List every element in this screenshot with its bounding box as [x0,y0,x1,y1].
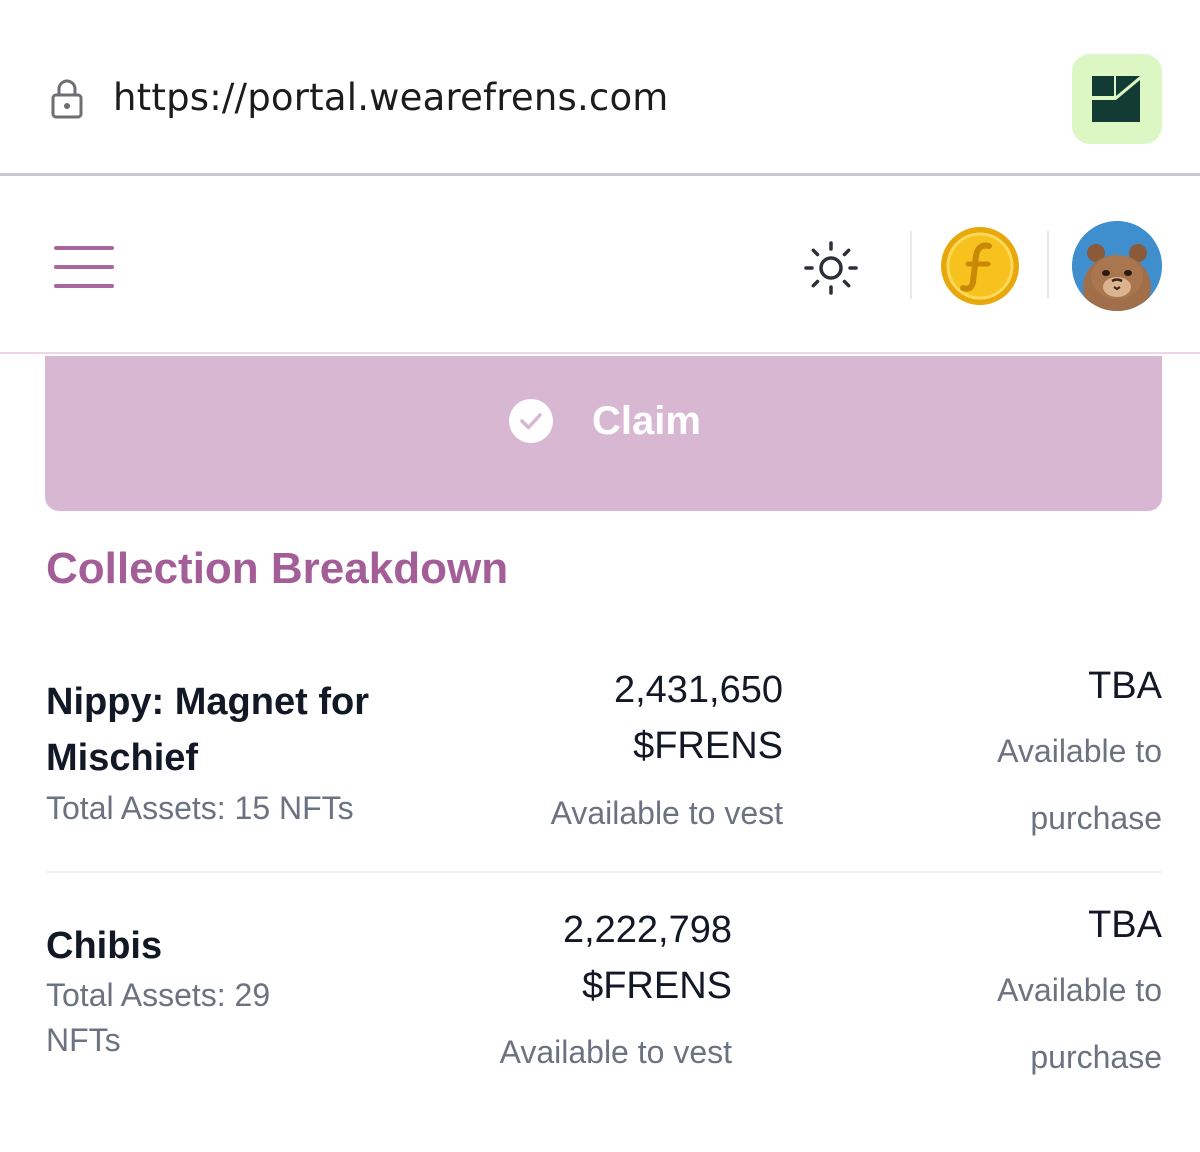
collection-name: Nippy: Magnet for Mischief [46,681,369,779]
row-divider [46,871,1162,873]
collection-total-assets: Total Assets: 29 NFTs [46,977,271,1058]
lock-icon [51,79,83,119]
collection-purchase-label: Available to purchase [997,733,1162,836]
browser-url-bar: https://portal.wearefrens.com [0,0,1200,176]
hamster-avatar[interactable] [1072,221,1162,311]
collection-purchase-label: Available to purchase [997,972,1162,1075]
collection-tba: TBA [1088,665,1162,707]
collection-name: Chibis [46,925,163,967]
app-header [0,179,1200,354]
collection-frens-amount: 2,222,798 $FRENS [562,909,732,1007]
browser-extension-button[interactable] [1072,54,1162,144]
collection-total-assets: Total Assets: 15 NFTs [46,790,354,826]
header-divider [1047,231,1049,299]
claim-label: Claim [592,399,701,443]
sun-icon[interactable] [802,239,860,297]
collection-frens-amount: 2,431,650 $FRENS [613,669,783,767]
collection-vest-label: Available to vest [550,795,783,831]
hamburger-menu-icon[interactable] [54,246,114,288]
header-divider [910,231,912,299]
collection-vest-label: Available to vest [499,1034,732,1070]
collection-tba: TBA [1088,904,1162,946]
hamster-avatar-icon [1072,221,1162,311]
frens-coin-icon[interactable] [940,226,1020,306]
check-circle-icon [509,399,553,443]
extension-logo-icon [1092,76,1140,122]
section-title: Collection Breakdown [46,544,509,593]
url-text[interactable]: https://portal.wearefrens.com [113,76,669,119]
